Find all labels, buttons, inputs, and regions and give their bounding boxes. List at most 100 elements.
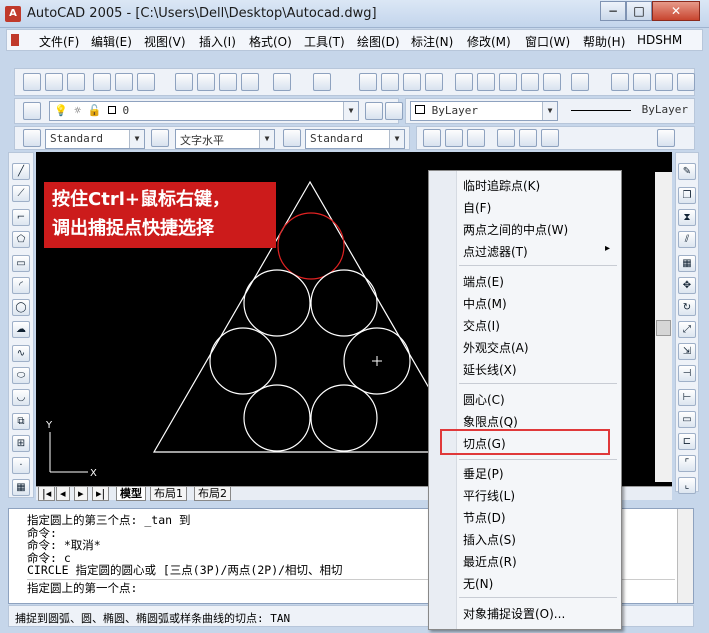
osnap-tangent-icon[interactable] xyxy=(519,129,537,147)
tool-palettes-icon[interactable] xyxy=(499,73,517,91)
osnap-settings-icon[interactable] xyxy=(657,129,675,147)
menu-format[interactable]: 格式(O) xyxy=(249,33,292,50)
menu-modify[interactable]: 修改(M) xyxy=(467,33,511,50)
menu-dimension[interactable]: 标注(N) xyxy=(411,33,453,50)
menu-item-node[interactable]: 节点(D) xyxy=(463,509,506,526)
maximize-button[interactable]: □ xyxy=(626,1,652,21)
cut-icon[interactable] xyxy=(175,73,193,91)
scroll-thumb[interactable] xyxy=(656,320,671,336)
menu-help[interactable]: 帮助(H) xyxy=(583,33,625,50)
menu-item-osnap-settings[interactable]: 对象捕捉设置(O)... xyxy=(463,605,565,622)
chevron-down-icon[interactable]: ▼ xyxy=(259,130,274,148)
design-center-icon[interactable] xyxy=(477,73,495,91)
dim-style-combo[interactable]: Standard ▼ xyxy=(305,129,405,149)
new-icon[interactable] xyxy=(23,73,41,91)
undo-icon[interactable] xyxy=(273,73,291,91)
menu-hdshm[interactable]: HDSHM xyxy=(637,33,682,47)
tab-last-icon[interactable]: ▸| xyxy=(92,487,110,501)
polygon-icon[interactable]: ⬠ xyxy=(12,231,30,248)
menu-item-intersection[interactable]: 交点(I) xyxy=(463,317,500,334)
menu-item-apparent-intersection[interactable]: 外观交点(A) xyxy=(463,339,529,356)
menu-window[interactable]: 窗口(W) xyxy=(525,33,570,50)
sheet-set-icon[interactable] xyxy=(521,73,539,91)
dim-style-icon[interactable] xyxy=(151,129,169,147)
menu-item-endpoint[interactable]: 端点(E) xyxy=(463,273,504,290)
ellipse-arc-icon[interactable]: ◡ xyxy=(12,389,30,406)
dimension-aligned-icon[interactable] xyxy=(633,73,651,91)
pan-icon[interactable] xyxy=(359,73,377,91)
osnap-temp-track-icon[interactable] xyxy=(423,129,441,147)
menu-file[interactable]: 文件(F) xyxy=(39,33,79,50)
tab-next-icon[interactable]: ▸ xyxy=(74,487,88,501)
zoom-previous-icon[interactable] xyxy=(425,73,443,91)
trim-icon[interactable]: ⊣ xyxy=(678,365,696,382)
scale-icon[interactable]: ⤢ xyxy=(678,321,696,338)
tab-first-icon[interactable]: |◂ xyxy=(38,487,56,501)
copy-object-icon[interactable]: ❐ xyxy=(678,187,696,204)
copy-icon[interactable] xyxy=(197,73,215,91)
polyline-icon[interactable]: ⌐ xyxy=(12,209,30,226)
linetype-combo[interactable]: ByLayer xyxy=(564,101,692,121)
match-properties-icon[interactable] xyxy=(241,73,259,91)
osnap-center-icon[interactable] xyxy=(497,129,515,147)
layer-combo[interactable]: 💡 ☼ 🔓 0 ▼ xyxy=(49,101,359,121)
doc-icon[interactable] xyxy=(11,34,19,46)
menu-item-from[interactable]: 自(F) xyxy=(463,199,491,216)
minimize-button[interactable]: − xyxy=(600,1,626,21)
menu-item-perpendicular[interactable]: 垂足(P) xyxy=(463,465,504,482)
tab-prev-icon[interactable]: ◂ xyxy=(56,487,70,501)
make-current-icon[interactable] xyxy=(365,102,383,120)
help-icon[interactable] xyxy=(571,73,589,91)
rotate-icon[interactable]: ↻ xyxy=(678,299,696,316)
line-icon[interactable]: ╱ xyxy=(12,163,30,180)
osnap-perpendicular-icon[interactable] xyxy=(541,129,559,147)
hatch-icon[interactable]: ▦ xyxy=(12,479,30,496)
chevron-down-icon[interactable]: ▼ xyxy=(542,102,557,120)
save-icon[interactable] xyxy=(67,73,85,91)
menu-draw[interactable]: 绘图(D) xyxy=(357,33,400,50)
markup-icon[interactable] xyxy=(543,73,561,91)
tab-model[interactable]: 模型 xyxy=(116,487,146,501)
menu-tools[interactable]: 工具(T) xyxy=(304,33,345,50)
chamfer-icon[interactable]: ⌜ xyxy=(678,455,696,472)
arc-icon[interactable]: ◜ xyxy=(12,277,30,294)
dimension-linear-icon[interactable] xyxy=(611,73,629,91)
chevron-down-icon[interactable]: ▼ xyxy=(343,102,358,120)
zoom-window-icon[interactable] xyxy=(403,73,421,91)
menu-item-midpoint-between[interactable]: 两点之间的中点(W) xyxy=(463,221,568,238)
table-style-icon[interactable] xyxy=(283,129,301,147)
construction-line-icon[interactable]: ⟋ xyxy=(12,185,30,202)
menu-view[interactable]: 视图(V) xyxy=(144,33,186,50)
publish-icon[interactable] xyxy=(137,73,155,91)
menu-item-point-filters[interactable]: 点过滤器(T) xyxy=(463,243,528,260)
chevron-down-icon[interactable]: ▼ xyxy=(389,130,404,148)
menu-item-midpoint[interactable]: 中点(M) xyxy=(463,295,507,312)
tab-layout2[interactable]: 布局2 xyxy=(194,487,231,501)
join-icon[interactable]: ⊏ xyxy=(678,433,696,450)
preview-icon[interactable] xyxy=(115,73,133,91)
circle-icon[interactable]: ◯ xyxy=(12,299,30,316)
text-style-icon[interactable] xyxy=(23,129,41,147)
layer-previous-icon[interactable] xyxy=(385,102,403,120)
erase-icon[interactable]: ✎ xyxy=(678,163,696,180)
point-icon[interactable]: · xyxy=(12,457,30,474)
menu-item-nearest[interactable]: 最近点(R) xyxy=(463,553,517,570)
close-button[interactable]: ✕ xyxy=(652,1,700,21)
color-combo[interactable]: ByLayer ▼ xyxy=(410,101,558,121)
dimension-radius-icon[interactable] xyxy=(677,73,695,91)
rectangle-icon[interactable]: ▭ xyxy=(12,255,30,272)
array-icon[interactable]: ▦ xyxy=(678,255,696,272)
menu-edit[interactable]: 编辑(E) xyxy=(91,33,132,50)
make-block-icon[interactable]: ⊞ xyxy=(12,435,30,452)
menu-insert[interactable]: 插入(I) xyxy=(199,33,236,50)
autocad-app-icon[interactable]: A xyxy=(5,6,21,22)
layer-manager-icon[interactable] xyxy=(23,102,41,120)
offset-icon[interactable]: ⫽ xyxy=(678,231,696,248)
text-style-combo-2[interactable]: 文字水平 ▼ xyxy=(175,129,275,149)
dimension-ordinate-icon[interactable] xyxy=(655,73,673,91)
paste-icon[interactable] xyxy=(219,73,237,91)
break-icon[interactable]: ▭ xyxy=(678,411,696,428)
menu-item-parallel[interactable]: 平行线(L) xyxy=(463,487,515,504)
move-icon[interactable]: ✥ xyxy=(678,277,696,294)
mirror-icon[interactable]: ⧗ xyxy=(678,209,696,226)
